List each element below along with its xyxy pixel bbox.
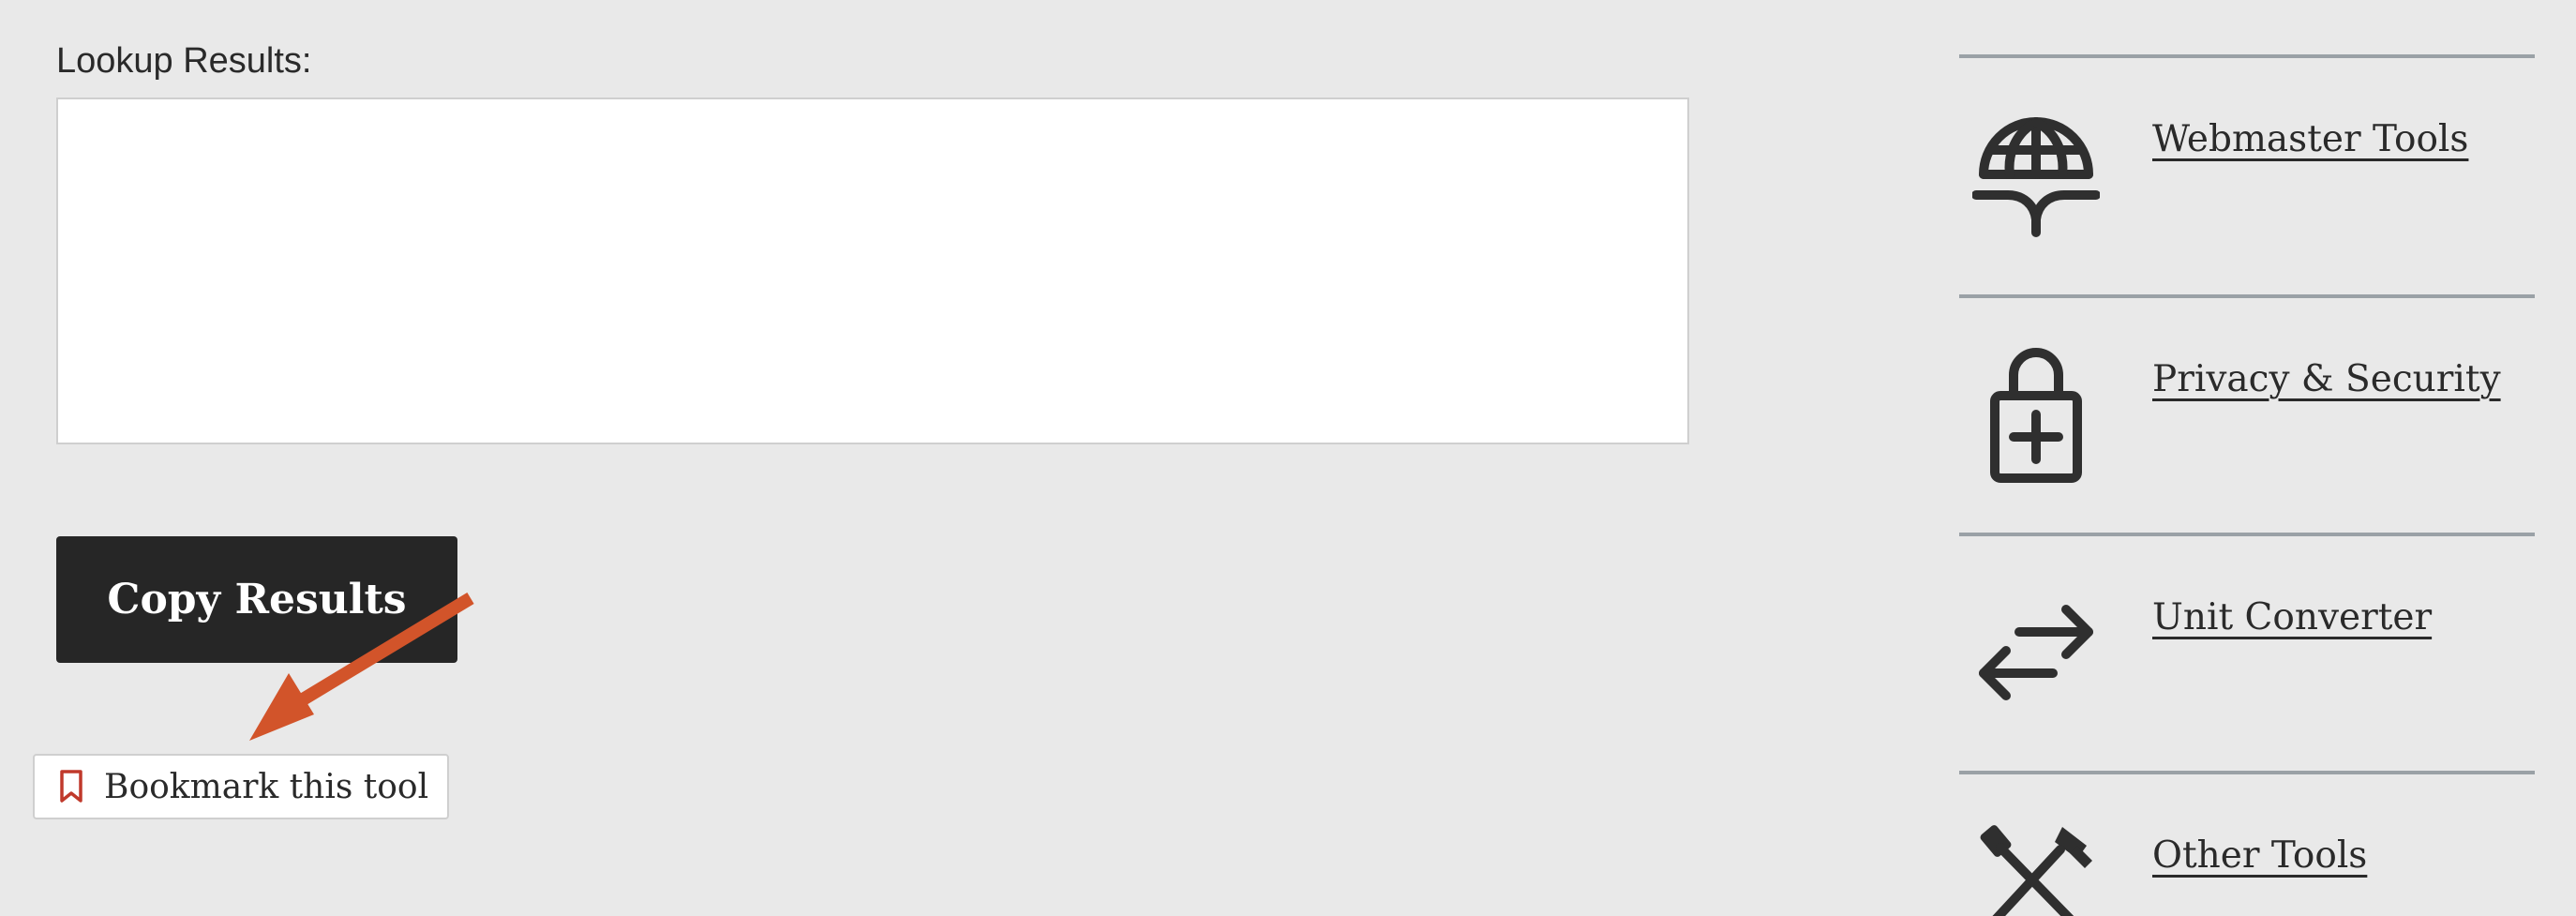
bookmark-tool-label: Bookmark this tool — [104, 767, 429, 806]
sidebar-item-privacy-security[interactable]: Privacy & Security — [1959, 298, 2535, 533]
globe-hand-icon — [1972, 117, 2100, 237]
sidebar-item-other-tools[interactable]: Other Tools — [1959, 774, 2535, 916]
tools-icon — [1980, 825, 2092, 916]
bookmark-icon — [60, 770, 82, 803]
sidebar-item-unit-converter[interactable]: Unit Converter — [1959, 536, 2535, 771]
lookup-results-textarea[interactable] — [56, 98, 1689, 444]
lock-plus-icon — [1990, 348, 2082, 483]
swap-arrows-icon — [1979, 605, 2093, 700]
copy-results-button[interactable]: Copy Results — [56, 536, 457, 663]
bookmark-tool-button[interactable]: Bookmark this tool — [33, 754, 449, 819]
webmaster-tools-link[interactable]: Webmaster Tools — [2152, 118, 2468, 160]
unit-converter-link[interactable]: Unit Converter — [2152, 596, 2432, 638]
sidebar: Webmaster Tools Privacy & Security Unit … — [1959, 0, 2535, 916]
privacy-security-link[interactable]: Privacy & Security — [2152, 358, 2501, 400]
sidebar-item-webmaster-tools[interactable]: Webmaster Tools — [1959, 58, 2535, 293]
lookup-results-label: Lookup Results: — [56, 41, 312, 81]
other-tools-link[interactable]: Other Tools — [2152, 834, 2367, 877]
